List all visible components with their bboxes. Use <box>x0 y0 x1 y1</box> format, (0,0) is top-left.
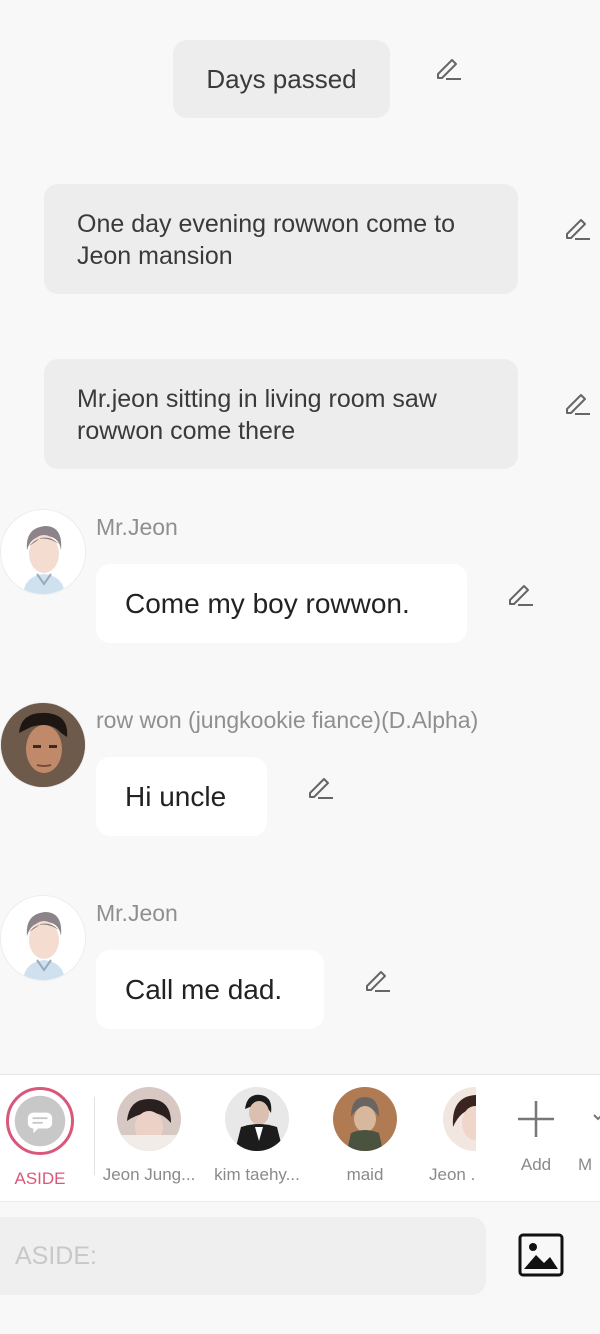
more-icon <box>578 1087 600 1151</box>
message-text: Call me dad. <box>125 974 283 1005</box>
character-label: ASIDE <box>14 1169 66 1188</box>
image-icon <box>518 1233 564 1277</box>
character-jeon-jungkook[interactable]: Jeon Jung... <box>99 1087 199 1185</box>
character-label: Jeon ... <box>429 1165 476 1184</box>
speaker-name: Mr.Jeon <box>96 514 178 540</box>
character-label: kim taehy... <box>214 1165 300 1184</box>
narration-evening[interactable]: One day evening rowwon come to Jeon mans… <box>44 184 518 294</box>
character-aside[interactable]: ASIDE <box>0 1087 90 1189</box>
anime-man-avatar[interactable] <box>1 510 85 594</box>
message-bubble[interactable]: Hi uncle <box>96 757 267 836</box>
character-label: M <box>578 1155 593 1174</box>
narration-living-room[interactable]: Mr.jeon sitting in living room saw rowwo… <box>44 359 518 469</box>
character-maid[interactable]: maid <box>315 1087 415 1185</box>
edit-pencil-icon[interactable] <box>362 964 392 994</box>
maid-avatar <box>333 1087 397 1151</box>
character-kim-taehyung[interactable]: kim taehy... <box>207 1087 307 1185</box>
image-upload-button[interactable] <box>518 1233 564 1277</box>
man-photo-avatar[interactable] <box>1 703 85 787</box>
narration-text: Mr.jeon sitting in living room saw rowwo… <box>77 385 437 445</box>
edit-pencil-icon[interactable] <box>562 212 592 242</box>
jeon-jungkook-avatar <box>117 1087 181 1151</box>
character-label: Add <box>520 1155 552 1174</box>
anime-man-avatar[interactable] <box>1 896 85 980</box>
edit-pencil-icon[interactable] <box>433 52 463 82</box>
input-placeholder: ASIDE: <box>15 1242 97 1270</box>
message-text: Come my boy rowwon. <box>125 588 410 619</box>
message-bubble[interactable]: Come my boy rowwon. <box>96 564 467 643</box>
aside-input-field[interactable]: ASIDE: <box>0 1217 486 1295</box>
speaker-name: Mr.Jeon <box>96 900 178 926</box>
aside-chat-icon <box>6 1087 74 1155</box>
message-text: Hi uncle <box>125 781 227 812</box>
speaker-name: row won (jungkookie fiance)(D.Alpha) <box>96 707 479 733</box>
message-bubble[interactable]: Call me dad. <box>96 950 324 1029</box>
jeon-avatar <box>443 1087 476 1151</box>
narration-days-passed[interactable]: Days passed <box>173 40 390 118</box>
edit-pencil-icon[interactable] <box>305 771 335 801</box>
kim-taehyung-avatar <box>225 1087 289 1151</box>
more-button[interactable]: M <box>578 1087 600 1175</box>
add-character-button[interactable]: Add <box>486 1087 586 1175</box>
character-label: maid <box>346 1165 384 1184</box>
edit-pencil-icon[interactable] <box>505 578 535 608</box>
plus-icon <box>504 1087 568 1151</box>
narration-text: One day evening rowwon come to Jeon mans… <box>77 210 455 270</box>
divider <box>94 1097 95 1175</box>
character-label: Jeon Jung... <box>102 1165 196 1184</box>
edit-pencil-icon[interactable] <box>562 387 592 417</box>
character-selector-bar: ASIDE Jeon Jung... kim taehy... maid Jeo… <box>0 1074 600 1202</box>
narration-text: Days passed <box>206 64 357 94</box>
character-jeon[interactable]: Jeon ... <box>414 1087 476 1185</box>
